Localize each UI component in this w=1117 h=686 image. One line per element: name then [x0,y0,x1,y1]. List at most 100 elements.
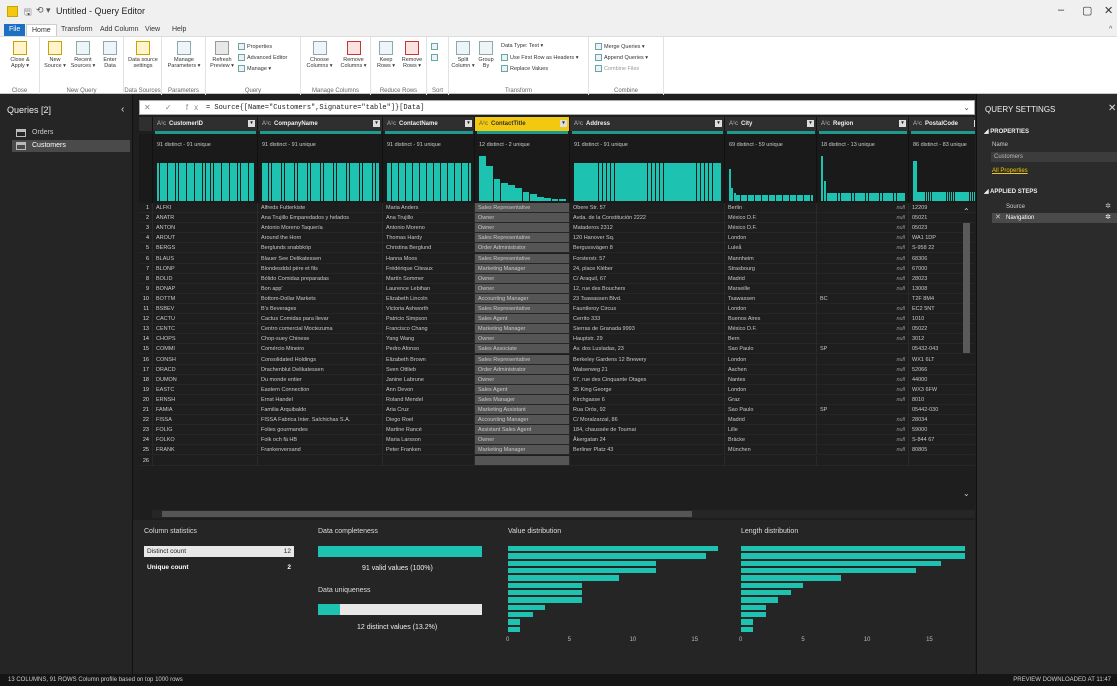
table-cell[interactable]: Åkergatan 24 [570,435,725,446]
table-cell[interactable]: B's Beverages [258,304,383,315]
table-cell[interactable]: BERGS [153,243,258,254]
table-cell[interactable]: BLAUS [153,253,258,264]
table-cell[interactable]: Sierras de Granada 9993 [570,324,725,335]
table-cell[interactable]: Berglunds snabbköp [258,243,383,254]
distribution-bar[interactable] [508,546,719,552]
table-row[interactable]: 12 CACTU Cactus Comidas para llevar Patrici… [139,314,975,325]
table-cell[interactable]: null [817,384,909,395]
table-cell[interactable]: Antonio Moreno [383,223,475,234]
table-cell[interactable]: null [817,314,909,325]
table-cell[interactable]: EASTC [153,384,258,395]
column-filter-dropdown-icon[interactable]: ▾ [465,120,472,127]
table-cell[interactable]: Laurence Lebihan [383,283,475,294]
table-cell[interactable]: 44000 [909,375,975,385]
table-cell[interactable]: Luleå [725,243,817,254]
table-cell[interactable]: Maria Larsson [383,435,475,446]
table-cell[interactable]: 52066 [909,365,975,375]
table-row[interactable]: 23 FOLIG Folies gourmandes Martine Rancé Ass… [139,425,975,436]
table-cell[interactable]: Nantes [725,374,817,385]
table-row[interactable]: 1 ALFKI Alfreds Futterkiste Maria Anders Sal… [139,203,975,214]
table-row[interactable]: 5 BERGS Berglunds snabbköp Christina Berglu… [139,243,975,254]
column-distribution[interactable]: 91 distinct - 91 unique [258,134,383,203]
table-cell[interactable]: Buenos Aires [725,314,817,325]
close-apply-button[interactable]: Close & Apply ▾ [3,41,37,69]
distribution-bar[interactable] [741,619,754,625]
split-column-button[interactable]: Split Column ▾ [451,41,475,69]
text-type-icon[interactable]: A¹c [479,121,488,127]
table-cell[interactable]: Elizabeth Lincoln [383,293,475,304]
table-cell[interactable]: México D.F. [725,223,817,234]
column-filter-dropdown-icon[interactable]: ▾ [974,120,975,127]
table-cell[interactable]: FAMIA [153,405,258,416]
minimize-button[interactable]: – [1058,4,1064,16]
table-row[interactable]: 3 ANTON Antonio Moreno Taquería Antonio Mor… [139,223,975,234]
table-cell[interactable]: Sven Ottlieb [383,364,475,375]
table-cell[interactable]: Graz [725,394,817,405]
text-type-icon[interactable]: A¹c [913,121,922,127]
table-cell[interactable]: ERNSH [153,394,258,405]
column-filter-dropdown-icon[interactable]: ▾ [248,120,255,127]
column-distribution[interactable]: 91 distinct - 91 unique [570,134,725,203]
table-cell[interactable]: null [817,374,909,385]
table-cell[interactable]: null [817,415,909,426]
table-row[interactable]: 17 DRACD Drachenblut Delikatessen Sven Ottl… [139,364,975,375]
table-cell[interactable]: Owner [475,435,570,446]
distribution-bar[interactable] [508,619,521,625]
table-row[interactable]: 2 ANATR Ana Trujillo Emparedados y helados… [139,213,975,224]
column-header[interactable]: A¹c ContactTitle ▾ [475,117,570,131]
table-row[interactable]: 15 COMMI Comércio Mineiro Pedro Afonso Sales… [139,344,975,355]
column-distribution[interactable]: 18 distinct - 13 unique [817,134,909,203]
table-cell[interactable]: Owner [475,283,570,294]
table-cell[interactable]: Eastern Connection [258,384,383,395]
properties-button[interactable]: Properties [238,43,272,50]
column-distribution[interactable]: 91 distinct - 91 unique [153,134,258,203]
table-cell[interactable]: Berlin [725,203,817,214]
distribution-bar[interactable] [741,597,779,603]
formula-bar[interactable]: ✕ ✓ fx = Source{[Name="Customers",Signat… [139,100,975,115]
tab-help[interactable]: Help [167,24,191,36]
table-cell[interactable]: Frankenversand [258,445,383,456]
table-cell[interactable]: C/ Araquil, 67 [570,273,725,284]
table-cell[interactable]: AROUT [153,233,258,244]
table-cell[interactable]: Marketing Assistant [475,405,570,416]
table-cell[interactable]: Christina Berglund [383,243,475,254]
distribution-bar[interactable] [508,582,583,588]
table-cell[interactable]: FOLIG [153,425,258,436]
table-row[interactable]: 21 FAMIA Familia Arquibaldo Aria Cruz Market… [139,405,975,416]
table-row[interactable]: 24 FOLKO Folk och fä HB Maria Larsson Owner Å… [139,435,975,446]
table-cell[interactable]: BSBEV [153,304,258,315]
table-cell[interactable]: BC [817,293,909,304]
step-navigation[interactable]: ✕ Navigation ✲ [992,213,1117,223]
table-cell[interactable]: 05442-030 [909,405,975,416]
distribution-bar[interactable] [741,553,966,559]
table-cell[interactable]: Rua Orós, 92 [570,405,725,416]
table-row[interactable]: 22 FISSA FISSA Fabrica Inter. Salchichas S… [139,415,975,426]
merge-queries-button[interactable]: Merge Queries ▾ [595,43,645,50]
table-cell[interactable]: SP [817,405,909,416]
table-cell[interactable] [817,455,909,466]
text-type-icon[interactable]: A¹c [262,121,271,127]
column-distribution[interactable]: 86 distinct - 83 unique [909,134,975,203]
table-cell[interactable]: BOLID [153,273,258,284]
table-cell[interactable]: London [725,354,817,365]
query-item-orders[interactable]: Orders [12,127,130,139]
table-cell[interactable]: 28034 [909,415,975,426]
ribbon-collapse-icon[interactable]: ^ [1104,24,1117,36]
undo-icon[interactable]: ⟲ [36,5,44,16]
distribution-bar[interactable] [508,604,546,610]
table-row[interactable]: 26 [139,455,975,466]
table-cell[interactable]: null [817,243,909,254]
table-row[interactable]: 8 BOLID Bólido Comidas preparadas Martín So… [139,273,975,284]
table-cell[interactable]: Chop-suey Chinese [258,334,383,345]
table-cell[interactable]: null [817,445,909,456]
distribution-bar[interactable] [741,575,841,581]
distribution-bar[interactable] [508,553,706,559]
table-cell[interactable]: null [817,263,909,274]
table-cell[interactable]: Marketing Manager [475,263,570,274]
scroll-down-icon[interactable]: ⌄ [963,489,970,498]
table-cell[interactable] [383,455,475,466]
column-distribution[interactable]: 12 distinct - 2 unique [475,134,570,203]
column-filter-dropdown-icon[interactable]: ▾ [715,120,722,127]
table-cell[interactable]: C/ Moralzarzal, 86 [570,415,725,426]
table-row[interactable]: 20 ERNSH Ernst Handel Roland Mendel Sales Ma… [139,394,975,405]
